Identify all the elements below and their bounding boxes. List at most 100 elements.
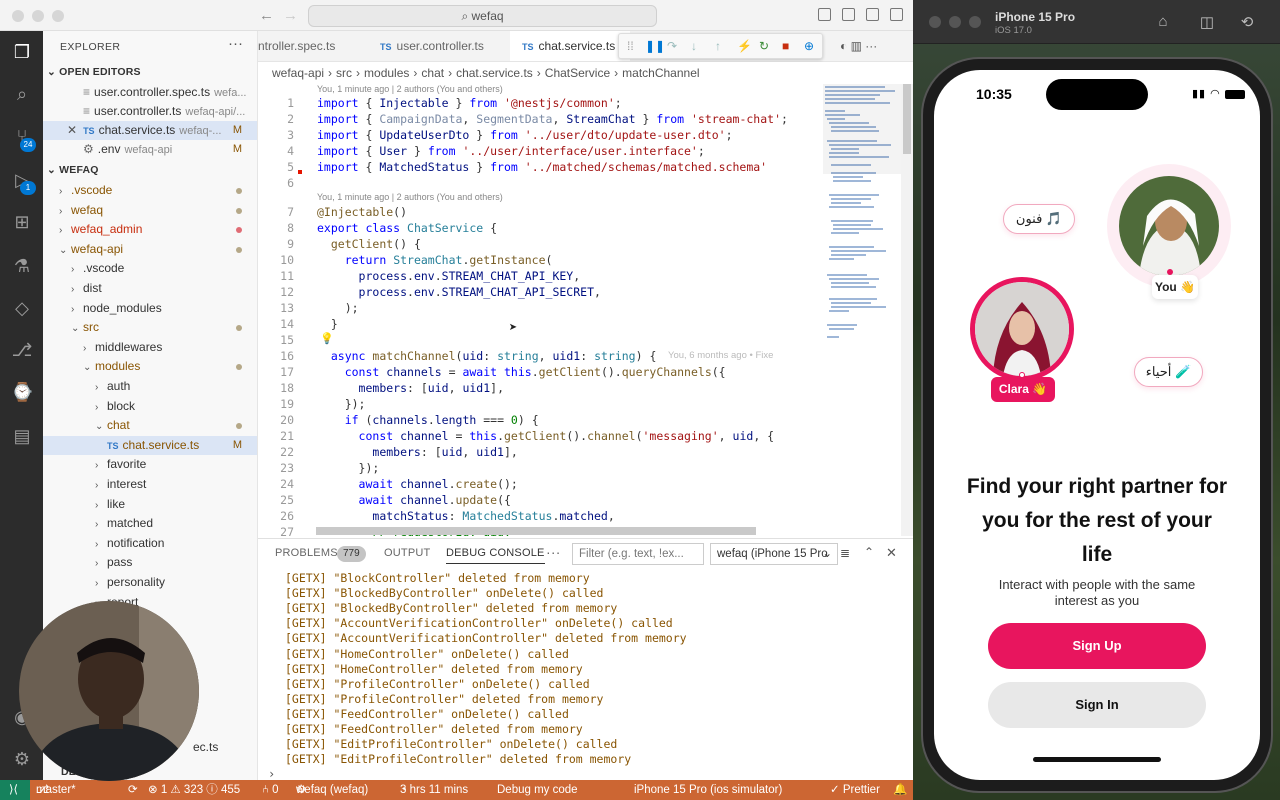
pause-icon[interactable]: ❚❚ [645, 39, 665, 53]
search-icon[interactable]: ⌕ [11, 83, 33, 105]
home-icon[interactable]: ⌂ [1154, 13, 1172, 30]
drag-handle-icon[interactable]: ⁞⁞ [627, 39, 634, 53]
chat-icon[interactable]: ▤ [11, 425, 33, 447]
tree-item[interactable]: ⌄ chat [43, 416, 257, 435]
editor-vertical-scrollbar[interactable] [901, 84, 913, 536]
open-editors-header[interactable]: ⌄ OPEN EDITORS [47, 66, 141, 78]
tree-item[interactable]: › favorite [43, 455, 257, 474]
forward-arrow-icon[interactable]: → [283, 7, 298, 24]
console-input-prompt[interactable]: › [268, 767, 275, 781]
ports-status[interactable]: ⑃ 0 [262, 780, 279, 800]
extensions-icon[interactable]: ⊞ [11, 211, 33, 233]
minimize-window-button[interactable] [32, 10, 44, 22]
timeline-icon[interactable]: ⌚ [11, 381, 33, 403]
tree-item[interactable]: › wefaq [43, 201, 257, 220]
restart-icon[interactable]: ↻ [759, 39, 769, 53]
more-actions-icon[interactable]: ··· [228, 35, 243, 52]
tree-item[interactable]: ⌄ src [43, 318, 257, 337]
close-panel-icon[interactable]: ✕ [886, 545, 897, 561]
tree-item[interactable]: › like [43, 495, 257, 514]
tree-item[interactable]: › personality [43, 573, 257, 592]
open-editor-item[interactable]: ≡ user.controller.ts wefaq-api/... [43, 102, 257, 121]
lightbulb-icon[interactable]: 💡 [320, 332, 334, 345]
minimap[interactable] [823, 84, 901, 536]
close-icon[interactable]: ✕ [67, 123, 77, 137]
toggle-panel-icon[interactable] [842, 8, 855, 21]
git-graph-icon[interactable]: ⎇ [11, 339, 33, 361]
breakpoint-marker[interactable] [298, 170, 302, 174]
breadcrumb-item[interactable]: wefaq-api [272, 66, 324, 80]
sim-zoom-button[interactable] [969, 16, 981, 28]
tab-output[interactable]: OUTPUT [384, 547, 430, 559]
tree-item[interactable]: › matched [43, 514, 257, 533]
tree-item[interactable]: › wefaq_admin [43, 220, 257, 239]
tab-debug-console[interactable]: DEBUG CONSOLE [446, 547, 545, 564]
tree-item[interactable]: TS chat.service.ts M [43, 435, 257, 455]
testing-icon[interactable]: ⚗ [11, 255, 33, 277]
back-arrow-icon[interactable]: ← [259, 7, 274, 24]
command-center-search[interactable]: ⌕ wefaq [308, 5, 657, 27]
remote-explorer-icon[interactable]: ◇ [11, 297, 33, 319]
maximize-panel-icon[interactable]: ⌃ [864, 545, 874, 559]
sign-up-button[interactable]: Sign Up [988, 623, 1206, 669]
codelens-blame-class[interactable]: You, 1 minute ago | 2 authors (You and o… [317, 192, 503, 202]
tree-item[interactable]: › .vscode [43, 181, 257, 200]
clear-console-icon[interactable]: ≣ [840, 546, 850, 560]
step-over-icon[interactable]: ↷ [667, 39, 677, 53]
breadcrumb-item[interactable]: matchChannel [622, 66, 699, 80]
hot-reload-icon[interactable]: ⚡ [737, 39, 752, 53]
scroll-thumb[interactable] [903, 84, 911, 154]
workspace-header[interactable]: ⌄ WEFAQ [47, 164, 99, 176]
sim-minimize-button[interactable] [949, 16, 961, 28]
code-editor[interactable]: You, 1 minute ago | 2 authors (You and o… [258, 84, 823, 536]
prettier-status[interactable]: ✓ Prettier [830, 780, 880, 800]
device-selector[interactable]: iPhone 15 Pro (ios simulator) [634, 780, 782, 800]
step-out-icon[interactable]: ↑ [715, 39, 721, 53]
horizontal-scrollbar[interactable] [316, 527, 756, 535]
stop-icon[interactable]: ■ [782, 39, 789, 53]
problems-status[interactable]: ⊗ 1 ⚠ 323 ⓘ 455 [148, 780, 240, 800]
tree-item[interactable]: ⌄ wefaq-api [43, 240, 257, 259]
step-into-icon[interactable]: ↓ [691, 39, 697, 53]
tree-item[interactable]: › middlewares [43, 338, 257, 357]
interest-chip-biology[interactable]: أحياء 🧪 [1134, 357, 1203, 387]
notifications-bell-icon[interactable]: 🔔 [893, 780, 907, 800]
breadcrumb-item[interactable]: chat [421, 66, 444, 80]
tree-item[interactable]: › pass [43, 553, 257, 572]
sign-in-button[interactable]: Sign In [988, 682, 1206, 728]
customize-layout-icon[interactable] [890, 8, 903, 21]
interest-chip-arts[interactable]: فنون 🎵 [1003, 204, 1075, 234]
zoom-window-button[interactable] [52, 10, 64, 22]
screenshot-icon[interactable]: ◫ [1198, 13, 1216, 31]
tree-item[interactable]: › node_modules [43, 299, 257, 318]
tree-item[interactable]: › .vscode [43, 259, 257, 278]
open-editor-item[interactable]: ⚙ .env wefaq-api M [43, 140, 257, 159]
split-editor-icon[interactable]: ◐ ▥ ··· [840, 39, 877, 53]
explorer-icon[interactable]: ❐ [11, 41, 33, 63]
codelens-blame-top[interactable]: You, 1 minute ago | 2 authors (You and o… [317, 84, 503, 94]
panel-more-icon[interactable]: ··· [546, 544, 561, 560]
breadcrumb-item[interactable]: src [336, 66, 352, 80]
tree-item[interactable]: › interest [43, 475, 257, 494]
breadcrumb-item[interactable]: chat.service.ts [456, 66, 533, 80]
home-indicator[interactable] [1033, 757, 1161, 762]
debug-session-select[interactable]: wefaq (iPhone 15 Pro ⌄ [710, 543, 838, 565]
inspect-widget-icon[interactable]: ⊕ [804, 39, 814, 53]
tree-item[interactable]: › notification [43, 534, 257, 553]
sim-close-button[interactable] [929, 16, 941, 28]
rotate-icon[interactable]: ⟲ [1238, 13, 1256, 31]
sync-icon[interactable]: ⟳ [128, 780, 138, 800]
tab-problems[interactable]: PROBLEMS [275, 547, 338, 559]
toggle-sidebar-icon[interactable] [818, 8, 831, 21]
tree-item[interactable]: ⌄ modules [43, 357, 257, 376]
tab-chat-service[interactable]: TS chat.service.ts [510, 31, 630, 61]
close-window-button[interactable] [12, 10, 24, 22]
tree-item[interactable]: › auth [43, 377, 257, 396]
open-editor-item[interactable]: ≡ user.controller.spec.ts wefa... [43, 83, 257, 102]
tree-item[interactable]: › block [43, 397, 257, 416]
debug-console-filter-input[interactable]: Filter (e.g. text, !ex... [572, 543, 704, 565]
settings-gear-icon[interactable]: ⚙ [11, 748, 33, 770]
tree-item[interactable]: › dist [43, 279, 257, 298]
tab-user-controller-spec[interactable]: ntroller.spec.ts [258, 31, 368, 61]
toggle-secondary-sidebar-icon[interactable] [866, 8, 879, 21]
